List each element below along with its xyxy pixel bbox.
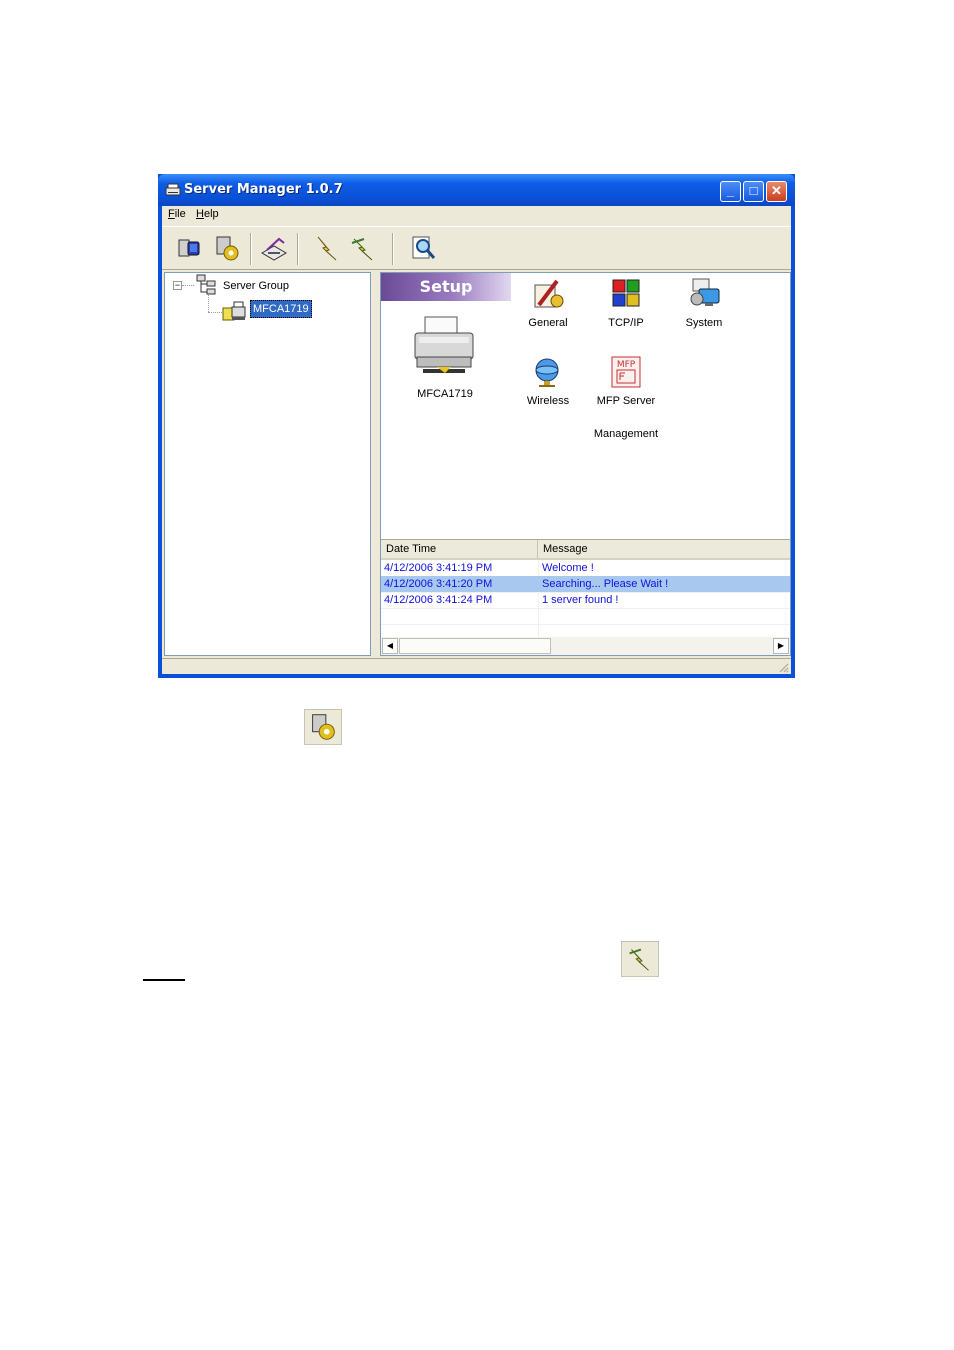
log-message: 1 server found ! — [542, 594, 619, 606]
server-search-icon — [178, 239, 200, 257]
log-header: Date Time Message — [381, 540, 790, 560]
disconnect-icon — [621, 941, 659, 977]
mfp-management-icon: MFP — [611, 356, 641, 388]
toolbar-separator — [297, 233, 299, 265]
log-time: 4/12/2006 3:41:24 PM — [384, 594, 493, 606]
server-search-button[interactable] — [174, 233, 204, 263]
scroll-left-button[interactable]: ◀ — [382, 638, 398, 654]
system-label: System — [685, 317, 723, 329]
tree-collapse-toggle[interactable]: − — [173, 281, 182, 290]
general-settings-icon — [534, 279, 564, 308]
underline-rule — [143, 979, 185, 981]
printer-properties-icon — [261, 237, 287, 261]
scroll-thumb[interactable] — [399, 638, 551, 654]
find-button[interactable] — [408, 233, 438, 263]
tcpip-icon — [612, 279, 640, 307]
server-manager-window: Server Manager 1.0.7 _ □ ✕ File Help − S… — [158, 174, 795, 678]
tree-item-mfca1719[interactable]: MFCA1719 — [250, 300, 312, 318]
client-area: File Help − Server Group MFCA1719 Setup … — [162, 206, 791, 674]
window-title: Server Manager 1.0.7 — [184, 182, 343, 197]
mfp-badge-text: MFP — [617, 360, 636, 370]
tree-connector — [208, 312, 222, 313]
maximize-button[interactable]: □ — [743, 181, 764, 202]
column-date-time[interactable]: Date Time — [381, 540, 538, 558]
menu-bar: File Help — [162, 206, 791, 224]
wireless-icon — [535, 358, 559, 387]
menu-file[interactable]: File — [168, 208, 186, 220]
server-settings-icon — [304, 709, 342, 745]
find-icon — [412, 236, 436, 259]
mfp-management-label: MFP Server Management — [593, 395, 659, 440]
server-settings-button[interactable] — [212, 233, 242, 263]
wireless-label: Wireless — [526, 395, 570, 407]
title-bar[interactable]: Server Manager 1.0.7 _ □ ✕ — [158, 174, 795, 206]
column-message[interactable]: Message — [538, 540, 790, 558]
disconnect-button[interactable] — [348, 233, 378, 263]
setup-tcpip[interactable]: TCP/IP — [586, 277, 666, 330]
disconnect-icon — [351, 238, 373, 261]
resize-grip-icon[interactable] — [777, 661, 789, 673]
log-time: 4/12/2006 3:41:20 PM — [384, 578, 493, 590]
toolbar-separator — [250, 233, 252, 265]
toolbar-separator — [392, 233, 394, 265]
close-button[interactable]: ✕ — [766, 181, 787, 202]
connect-button[interactable] — [312, 233, 342, 263]
connect-icon — [317, 236, 337, 261]
log-time: 4/12/2006 3:41:19 PM — [384, 562, 493, 574]
app-printer-icon — [165, 183, 181, 196]
log-row[interactable]: 4/12/2006 3:41:24 PM 1 server found ! — [381, 592, 790, 609]
mfp-server-icon — [222, 301, 246, 321]
log-row-selected[interactable]: 4/12/2006 3:41:20 PM Searching... Please… — [381, 576, 790, 593]
pane-splitter[interactable] — [371, 272, 379, 656]
toolbar — [162, 226, 791, 270]
printer-device-icon[interactable] — [411, 313, 477, 377]
printer-properties-button[interactable] — [259, 233, 289, 263]
setup-system[interactable]: System — [664, 277, 744, 330]
scroll-right-button[interactable]: ▶ — [773, 638, 789, 654]
menu-help[interactable]: Help — [196, 208, 219, 220]
setup-wireless[interactable]: Wireless — [508, 355, 588, 408]
minimize-button[interactable]: _ — [720, 181, 741, 202]
setup-banner: Setup — [381, 273, 511, 301]
device-name-label: MFCA1719 — [417, 388, 473, 400]
log-message: Searching... Please Wait ! — [542, 578, 669, 590]
server-group-icon — [196, 274, 216, 295]
general-label: General — [528, 317, 568, 329]
server-settings-icon — [216, 236, 239, 261]
status-bar — [162, 658, 791, 675]
system-icon — [690, 278, 720, 306]
setup-mfp-management[interactable]: MFP MFP Server Management — [586, 355, 666, 441]
setup-general[interactable]: General — [508, 277, 588, 330]
tree-connector — [208, 295, 209, 312]
tree-item-server-group[interactable]: Server Group — [223, 280, 289, 292]
log-row[interactable]: 4/12/2006 3:41:19 PM Welcome ! — [381, 560, 790, 577]
tcpip-label: TCP/IP — [608, 317, 644, 329]
server-tree[interactable]: − Server Group MFCA1719 — [164, 272, 371, 656]
log-empty-row — [381, 608, 790, 625]
horizontal-scrollbar[interactable]: ◀ ▶ — [381, 637, 790, 655]
setup-pane: Setup MFCA1719 General TCP/IP System Wir… — [380, 272, 791, 656]
log-message: Welcome ! — [542, 562, 594, 574]
message-log[interactable]: Date Time Message 4/12/2006 3:41:19 PM W… — [381, 539, 790, 641]
